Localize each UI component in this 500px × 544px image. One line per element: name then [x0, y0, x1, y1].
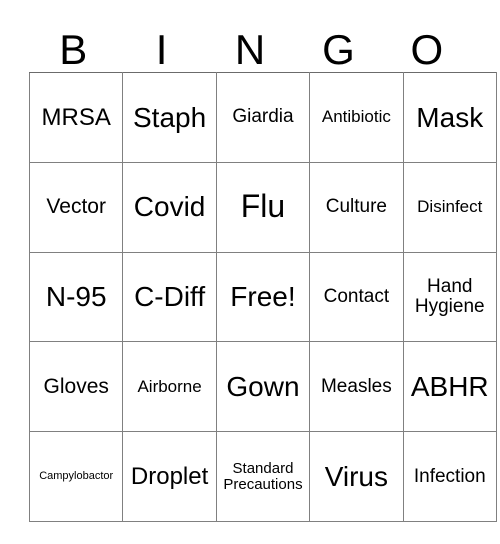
bingo-cell-o4[interactable]: ABHR — [402, 341, 497, 433]
bingo-card: B I N G O MRSA Staph Giardia Antibiotic … — [28, 12, 497, 522]
bingo-cell-label: Gloves — [43, 374, 109, 398]
bingo-cell-i1[interactable]: Staph — [122, 72, 217, 163]
bingo-cell-g3[interactable]: Contact — [309, 251, 404, 343]
bingo-cell-label: Staph — [133, 101, 207, 133]
bingo-cell-label: MRSA — [41, 103, 111, 131]
bingo-row: Vector Covid Flu Culture Disinfect — [28, 161, 497, 253]
bingo-cell-i3[interactable]: C-Diff — [122, 251, 217, 343]
bingo-grid: MRSA Staph Giardia Antibiotic Mask Vecto… — [28, 72, 497, 522]
bingo-cell-label: Free! — [230, 281, 296, 313]
bingo-row: MRSA Staph Giardia Antibiotic Mask — [28, 72, 497, 163]
bingo-cell-o5[interactable]: Infection — [402, 431, 497, 522]
bingo-cell-b2[interactable]: Vector — [28, 161, 124, 253]
bingo-cell-b3[interactable]: N-95 — [28, 251, 124, 343]
bingo-cell-label: Hand Hygiene — [414, 275, 485, 317]
bingo-cell-label: Infection — [413, 465, 486, 487]
bingo-cell-n5[interactable]: Standard Precautions — [215, 431, 311, 522]
bingo-cell-free-space[interactable]: Free! — [215, 251, 311, 343]
bingo-header-row: B I N G O — [29, 12, 471, 72]
bingo-cell-label: Gown — [226, 370, 300, 402]
bingo-cell-label: Contact — [323, 285, 390, 307]
bingo-cell-g1[interactable]: Antibiotic — [309, 72, 404, 163]
bingo-cell-label: Giardia — [232, 106, 294, 128]
bingo-cell-n1[interactable]: Giardia — [215, 72, 311, 163]
bingo-cell-i4[interactable]: Airborne — [122, 341, 217, 433]
header-cell-o: O — [383, 12, 471, 72]
bingo-cell-label: Flu — [240, 188, 286, 225]
bingo-cell-label: Culture — [325, 196, 387, 218]
header-letter-n: N — [234, 26, 266, 73]
bingo-cell-label: Antibiotic — [321, 107, 391, 127]
header-cell-g: G — [294, 12, 382, 72]
bingo-cell-label: N-95 — [45, 281, 107, 313]
bingo-cell-label: C-Diff — [134, 281, 206, 313]
bingo-cell-label: Measles — [320, 375, 392, 397]
bingo-cell-i2[interactable]: Covid — [122, 161, 217, 253]
bingo-cell-o3[interactable]: Hand Hygiene — [402, 251, 497, 343]
header-letter-g: G — [322, 26, 355, 73]
header-letter-i: I — [155, 26, 168, 73]
bingo-cell-label: Standard Precautions — [223, 459, 303, 493]
bingo-cell-n4[interactable]: Gown — [215, 341, 311, 433]
bingo-cell-b1[interactable]: MRSA — [28, 72, 124, 163]
header-cell-n: N — [206, 12, 294, 72]
bingo-cell-label: Campylobactor — [39, 469, 114, 482]
bingo-cell-label: Droplet — [130, 462, 209, 490]
bingo-cell-label: Covid — [133, 191, 206, 223]
bingo-cell-o2[interactable]: Disinfect — [402, 161, 497, 253]
bingo-cell-label: Mask — [416, 101, 484, 133]
bingo-cell-b5[interactable]: Campylobactor — [28, 431, 124, 522]
bingo-cell-label: Disinfect — [417, 197, 483, 217]
header-cell-b: B — [29, 12, 117, 72]
bingo-cell-b4[interactable]: Gloves — [28, 341, 124, 433]
bingo-cell-g5[interactable]: Virus — [309, 431, 404, 522]
bingo-cell-g4[interactable]: Measles — [309, 341, 404, 433]
bingo-cell-label: Vector — [46, 195, 106, 219]
bingo-cell-g2[interactable]: Culture — [309, 161, 404, 253]
bingo-row: N-95 C-Diff Free! Contact Hand Hygiene — [28, 251, 497, 343]
bingo-cell-n2[interactable]: Flu — [215, 161, 311, 253]
header-cell-i: I — [117, 12, 205, 72]
header-letter-o: O — [410, 26, 444, 73]
bingo-cell-label: Virus — [324, 460, 389, 492]
bingo-row: Gloves Airborne Gown Measles ABHR — [28, 341, 497, 433]
header-letter-b: B — [59, 26, 88, 73]
bingo-cell-label: ABHR — [410, 370, 489, 402]
bingo-row: Campylobactor Droplet Standard Precautio… — [28, 431, 497, 522]
bingo-cell-label: Airborne — [137, 376, 202, 396]
bingo-cell-o1[interactable]: Mask — [402, 72, 497, 163]
bingo-cell-i5[interactable]: Droplet — [122, 431, 217, 522]
